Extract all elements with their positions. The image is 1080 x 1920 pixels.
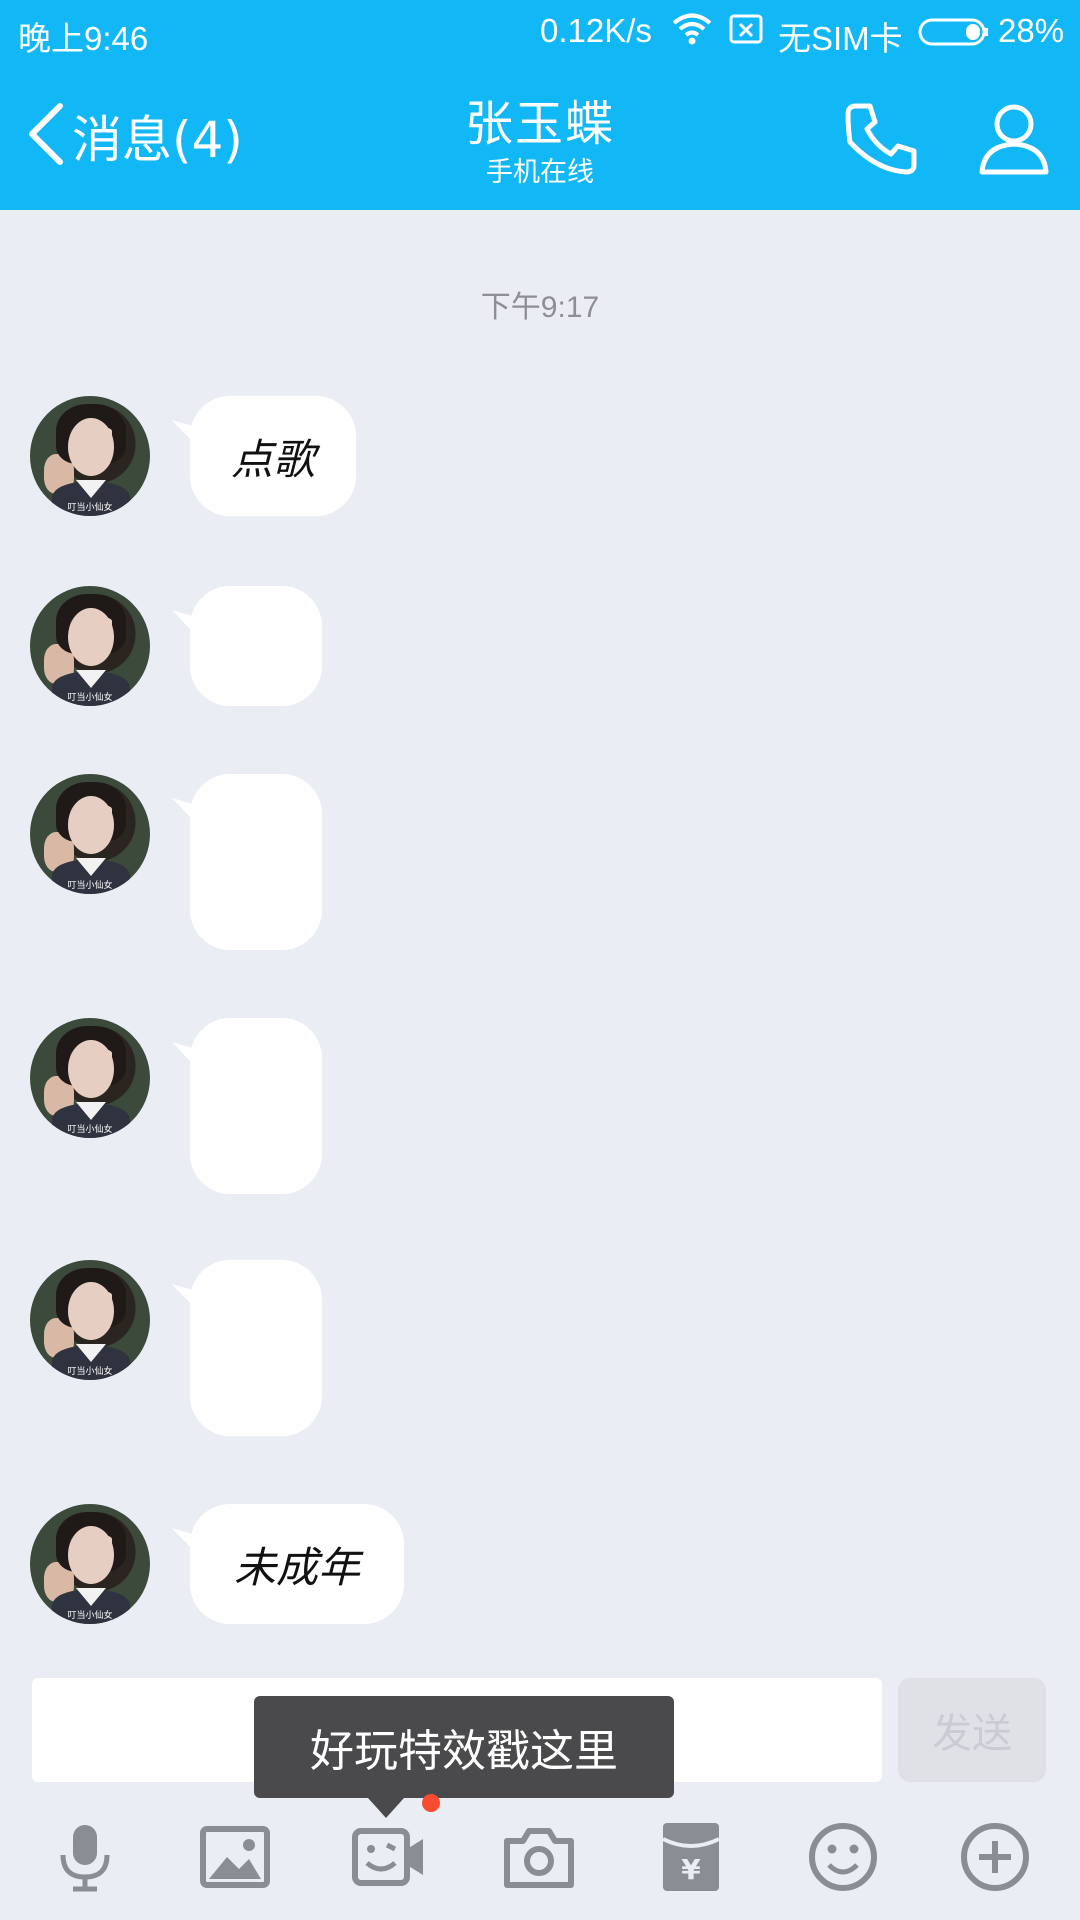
status-time: 晚上9:46 <box>18 20 149 57</box>
contact-avatar[interactable]: 叮当小仙女 <box>30 1260 150 1380</box>
contact-avatar[interactable]: 叮当小仙女 <box>30 396 150 516</box>
new-feature-badge <box>422 1794 440 1812</box>
message-bubble[interactable] <box>190 586 322 706</box>
profile-icon[interactable] <box>974 98 1054 178</box>
message-bubble[interactable]: 点歌 <box>190 396 356 516</box>
emoji-icon[interactable] <box>798 1812 888 1902</box>
status-bar: 晚上9:46 0.12K/s 无SIM卡 28% <box>0 0 1080 62</box>
message-bubble[interactable] <box>190 1018 322 1194</box>
contact-avatar[interactable]: 叮当小仙女 <box>30 1504 150 1624</box>
chat-header: 消息(4) 张玉蝶 手机在线 <box>0 62 1080 210</box>
effects-tooltip: 好玩特效戳这里 <box>254 1696 674 1818</box>
svg-text:¥: ¥ <box>681 1853 701 1886</box>
message-bubble[interactable]: 未成年 <box>190 1504 404 1624</box>
message-timestamp: 下午9:17 <box>480 291 600 324</box>
contact-avatar[interactable]: 叮当小仙女 <box>30 774 150 894</box>
contact-avatar[interactable]: 叮当小仙女 <box>30 1018 150 1138</box>
network-speed: 0.12K/s <box>540 12 652 49</box>
chat-area[interactable]: 下午9:17 叮当小仙女 点歌 叮当小仙女 叮当小仙女 叮当小仙女 叮当小仙女 … <box>0 210 1080 1670</box>
image-icon[interactable] <box>190 1812 280 1902</box>
message-bubble[interactable] <box>190 1260 322 1436</box>
camera-icon[interactable] <box>494 1812 584 1902</box>
microphone-icon[interactable] <box>40 1812 130 1902</box>
video-effects-icon[interactable] <box>344 1812 434 1902</box>
send-button[interactable]: 发送 <box>898 1678 1046 1782</box>
message-bubble[interactable] <box>190 774 322 950</box>
battery-icon <box>918 17 990 55</box>
red-packet-icon[interactable]: ¥ <box>646 1812 736 1902</box>
no-sim-icon <box>728 12 764 54</box>
battery-percent: 28% <box>998 12 1065 49</box>
sim-status: 无SIM卡 <box>778 20 903 57</box>
plus-icon[interactable] <box>950 1812 1040 1902</box>
phone-icon[interactable] <box>842 98 922 178</box>
wifi-icon <box>672 12 712 54</box>
contact-avatar[interactable]: 叮当小仙女 <box>30 586 150 706</box>
input-toolbar: ¥ <box>0 1794 1080 1920</box>
